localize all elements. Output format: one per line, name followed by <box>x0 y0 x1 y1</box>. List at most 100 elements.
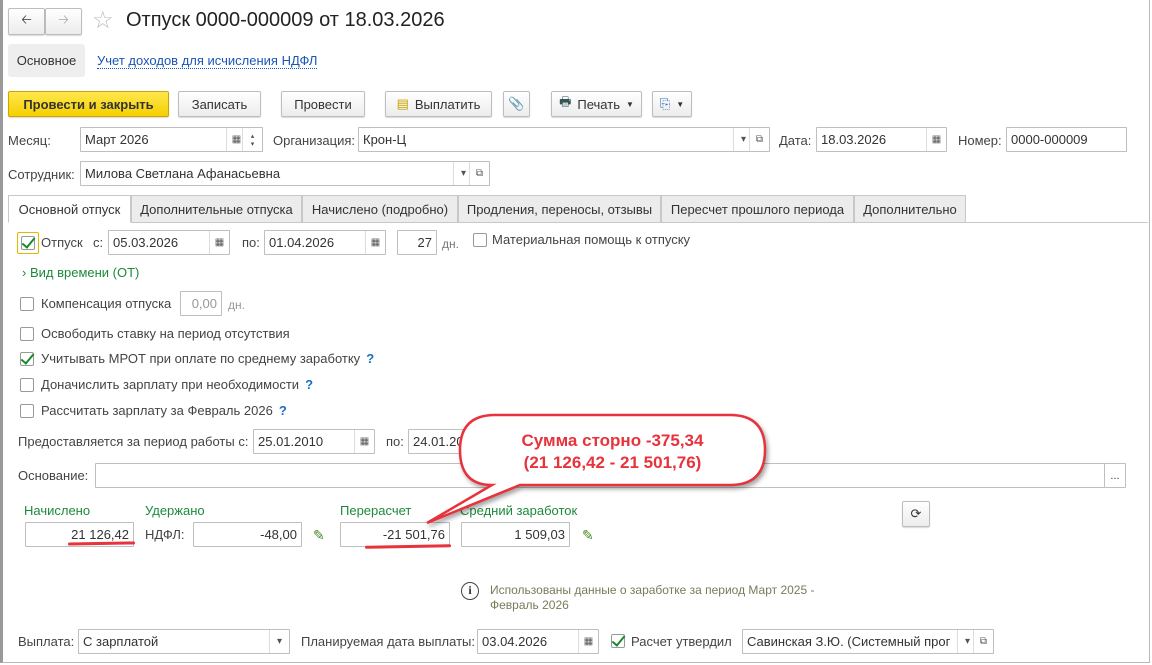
post-button[interactable]: Провести <box>281 91 365 117</box>
back-button[interactable]: 🡠 <box>8 8 45 35</box>
post-and-close-button[interactable]: Провести и закрыть <box>8 91 169 117</box>
compensation-unit: дн. <box>228 298 245 312</box>
tab-recalc-past[interactable]: Пересчет прошлого периода <box>661 195 854 223</box>
vacation-days-value: 27 <box>417 235 432 250</box>
option-text: Учитывать МРОТ при оплате по среднему за… <box>41 351 361 366</box>
pencil-icon[interactable]: ✎ <box>313 527 325 544</box>
tab-accrued-detailed[interactable]: Начислено (подробно) <box>302 195 458 223</box>
time-kind-label: Вид времени (ОТ) <box>29 265 140 280</box>
calendar-icon[interactable]: ▦ <box>926 128 946 151</box>
arrow-right-icon: 🡢 <box>58 11 69 27</box>
employee-field[interactable]: Милова Светлана Афанасьевна ▾ ⧉ <box>80 161 490 186</box>
withheld-label: Удержано <box>145 503 205 518</box>
option-text: Рассчитать зарплату за Февраль 2026 <box>41 403 273 418</box>
calendar-icon[interactable]: ▦ <box>578 630 598 653</box>
payment-value: С зарплатой <box>83 634 159 649</box>
help-icon[interactable]: ? <box>305 377 313 392</box>
help-icon[interactable]: ? <box>366 351 374 366</box>
vacation-checkbox[interactable] <box>21 236 35 250</box>
arrow-left-icon: 🡠 <box>21 11 32 27</box>
approved-by-field[interactable]: Савинская З.Ю. (Системный прог ▾ ⧉ <box>742 629 994 654</box>
month-field[interactable]: Март 2026 ▦ ▴ ▾ <box>80 127 263 152</box>
number-field[interactable]: 0000-000009 <box>1006 127 1127 152</box>
compensation-field[interactable]: 0,00 <box>180 291 222 316</box>
vacation-from-value: 05.03.2026 <box>113 235 179 250</box>
compensation-value: 0,00 <box>191 296 217 311</box>
pay-button[interactable]: ▤ Выплатить <box>385 91 492 117</box>
vacation-label: Отпуск <box>41 235 83 250</box>
vacation-from-field[interactable]: 05.03.2026 ▦ <box>108 230 230 255</box>
tab-main-vacation[interactable]: Основной отпуск <box>8 195 131 223</box>
calendar-icon[interactable]: ▦ <box>365 231 385 254</box>
ndfl-field: -48,00 <box>193 522 302 547</box>
printer-icon: 🖶 <box>559 94 572 109</box>
vacation-from-label: с: <box>93 235 104 250</box>
tab-additional-vacations[interactable]: Дополнительные отпуска <box>131 195 302 223</box>
dropdown-icon[interactable]: ▾ <box>269 630 289 653</box>
info-icon: i <box>461 582 479 600</box>
callout-text: Сумма сторно -375,34 (21 126,42 - 21 501… <box>460 430 765 474</box>
material-help-label[interactable]: Материальная помощь к отпуску <box>492 232 690 247</box>
month-value: Март 2026 <box>85 132 149 147</box>
approved-checkbox[interactable] <box>611 634 625 648</box>
callout-line: (21 126,42 - 21 501,76) <box>523 453 702 472</box>
attach-button[interactable]: 📎 <box>503 91 530 117</box>
paperclip-icon: 📎 <box>508 96 525 111</box>
period-from-field[interactable]: 25.01.2010 ▦ <box>253 429 375 454</box>
vacation-to-label: по: <box>242 235 260 250</box>
org-field[interactable]: Крон-Ц ▾ ⧉ <box>358 127 770 152</box>
refresh-button[interactable]: ⟳ <box>902 501 930 527</box>
forward-button[interactable]: 🡢 <box>45 8 82 35</box>
option-checkbox[interactable] <box>20 404 34 418</box>
option-checkbox[interactable] <box>20 378 34 392</box>
number-label: Номер: <box>958 133 1002 148</box>
basis-label: Основание: <box>18 468 89 483</box>
print-button[interactable]: 🖶 Печать ▼ <box>551 91 642 117</box>
planned-date-field[interactable]: 03.04.2026 ▦ <box>477 629 599 654</box>
time-kind-toggle[interactable]: › Вид времени (ОТ) <box>22 265 139 280</box>
info-line: Использованы данные о заработке за перио… <box>490 583 815 597</box>
planned-date-label: Планируемая дата выплаты: <box>301 634 475 649</box>
star-icon[interactable]: ☆ <box>92 6 114 35</box>
option-checkbox[interactable] <box>20 352 34 366</box>
material-help-checkbox[interactable] <box>473 233 487 247</box>
accrued-label: Начислено <box>24 503 91 518</box>
approved-label: Расчет утвердил <box>631 634 732 649</box>
info-text: Использованы данные о заработке за перио… <box>490 583 814 613</box>
org-value: Крон-Ц <box>363 132 407 147</box>
page-title: Отпуск 0000-000009 от 18.03.2026 <box>126 9 445 31</box>
section-ndfl-link[interactable]: Учет доходов для исчисления НДФЛ <box>97 53 318 69</box>
vacation-to-value: 01.04.2026 <box>269 235 335 250</box>
compensation-checkbox[interactable] <box>20 297 34 311</box>
tab-extensions[interactable]: Продления, переносы, отзывы <box>458 195 661 223</box>
open-icon[interactable]: ⧉ <box>749 128 769 151</box>
tab-additional[interactable]: Дополнительно <box>854 195 966 223</box>
accrued-value: 21 126,42 <box>71 527 129 542</box>
section-main[interactable]: Основное <box>8 44 85 77</box>
document-coins-icon: ▤ <box>396 96 409 111</box>
payment-select[interactable]: С зарплатой ▾ <box>78 629 290 654</box>
date-field[interactable]: 18.03.2026 ▦ <box>816 127 947 152</box>
date-value: 18.03.2026 <box>821 132 887 147</box>
option-label: Рассчитать зарплату за Февраль 2026? <box>41 403 287 418</box>
calendar-icon[interactable]: ▦ <box>354 430 374 453</box>
spinner[interactable]: ▴ ▾ <box>242 128 262 151</box>
callout-line: Сумма сторно -375,34 <box>521 431 704 450</box>
month-label: Месяц: <box>8 133 51 148</box>
vacation-to-field[interactable]: 01.04.2026 ▦ <box>264 230 386 255</box>
open-icon[interactable]: ⧉ <box>973 630 993 653</box>
ndfl-label: НДФЛ: <box>145 527 185 542</box>
option-checkbox[interactable] <box>20 327 34 341</box>
option-label: Учитывать МРОТ при оплате по среднему за… <box>41 351 374 366</box>
help-icon[interactable]: ? <box>279 403 287 418</box>
compensation-label: Компенсация отпуска <box>41 296 172 311</box>
calendar-icon[interactable]: ▦ <box>209 231 229 254</box>
basis-select-button[interactable]: ... <box>1104 463 1126 488</box>
export-button[interactable]: ⎘ ▼ <box>652 91 692 117</box>
export-icon: ⎘ <box>659 96 671 111</box>
refresh-icon: ⟳ <box>910 506 922 521</box>
open-icon[interactable]: ⧉ <box>469 162 489 185</box>
vacation-days-field[interactable]: 27 <box>397 230 437 255</box>
employee-label: Сотрудник: <box>8 167 75 182</box>
save-button[interactable]: Записать <box>178 91 261 117</box>
